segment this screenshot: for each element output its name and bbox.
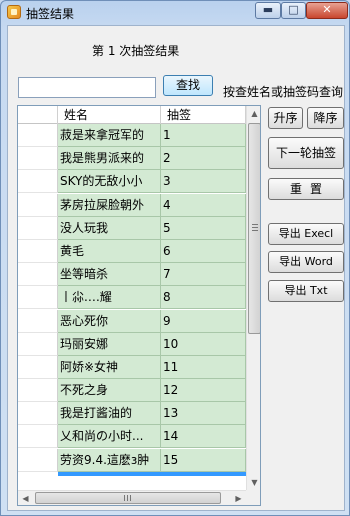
scroll-left-icon[interactable]: ◀ — [18, 491, 33, 505]
table-row[interactable]: 玛丽安娜 10 — [18, 332, 246, 356]
scroll-down-icon[interactable]: ▼ — [248, 475, 260, 490]
export-excel-button[interactable]: 导出 Execl — [268, 223, 344, 245]
search-input[interactable] — [18, 77, 156, 98]
row-header[interactable] — [18, 286, 58, 310]
cell-lot[interactable]: 4 — [161, 193, 246, 217]
search-hint: 按查姓名或抽签码查询 — [223, 85, 344, 99]
sort-ascending-button[interactable]: 升序 — [268, 107, 303, 129]
cell-lot[interactable]: 5 — [161, 216, 246, 240]
row-header[interactable] — [18, 309, 58, 333]
row-header[interactable] — [18, 402, 58, 426]
table-row[interactable]: 丨尛.…耀 8 — [18, 286, 246, 310]
table-row[interactable]: 黄毛 6 — [18, 239, 246, 263]
cell-name[interactable]: 恶心死你 — [58, 309, 161, 333]
row-header[interactable] — [18, 193, 58, 217]
column-header-lot[interactable]: 抽签 — [161, 106, 246, 124]
grid-rows: 菽是来拿冠军的 1 我是熊男派来的 2 SKY的无敌小小 3 茅房拉屎脸朝外 4 没人玩… — [18, 124, 246, 472]
grip-icon — [252, 224, 258, 231]
row-header[interactable] — [18, 355, 58, 379]
cell-lot[interactable]: 10 — [161, 332, 246, 356]
row-header[interactable] — [18, 448, 58, 472]
row-header[interactable] — [18, 124, 58, 147]
cell-name[interactable]: 我是熊男派来的 — [58, 147, 161, 171]
cell-name[interactable]: SKY的无敌小小 — [58, 170, 161, 194]
table-row[interactable]: 劳资9.4.這麽з肿 15 — [18, 448, 246, 472]
cell-name[interactable]: 不死之身 — [58, 379, 161, 403]
table-row[interactable]: 恶心死你 9 — [18, 309, 246, 333]
title-bar[interactable]: 抽签结果 ▬ □ ✕ — [1, 1, 349, 23]
window-title: 抽签结果 — [26, 7, 75, 21]
table-row[interactable]: 不死之身 12 — [18, 379, 246, 403]
column-header-name[interactable]: 姓名 — [58, 106, 161, 124]
search-button[interactable]: 查找 — [163, 75, 213, 96]
grid-header: 姓名 抽签 — [18, 106, 260, 124]
table-row[interactable]: 乂和尚の小时... 14 — [18, 425, 246, 449]
cell-name[interactable]: 茅房拉屎脸朝外 — [58, 193, 161, 217]
scroll-right-icon[interactable]: ▶ — [231, 491, 246, 505]
scroll-up-icon[interactable]: ▲ — [248, 106, 260, 121]
cell-name[interactable]: 我是打酱油的 — [58, 402, 161, 426]
table-row[interactable]: SKY的无敌小小 3 — [18, 170, 246, 194]
next-round-button[interactable]: 下一轮抽签 — [268, 137, 344, 169]
scroll-corner — [246, 490, 260, 505]
cell-lot[interactable]: 2 — [161, 147, 246, 171]
table-row[interactable]: 茅房拉屎脸朝外 4 — [18, 193, 246, 217]
page-title: 第 1 次抽签结果 — [92, 44, 180, 58]
cell-lot[interactable]: 15 — [161, 448, 246, 472]
table-row[interactable]: 菽是来拿冠军的 1 — [18, 124, 246, 147]
table-row[interactable]: 我是熊男派来的 2 — [18, 147, 246, 171]
row-header-corner — [18, 106, 58, 124]
cell-lot[interactable]: 13 — [161, 402, 246, 426]
cell-lot[interactable]: 7 — [161, 263, 246, 287]
cell-lot[interactable]: 14 — [161, 425, 246, 449]
table-row[interactable]: 坐等暗杀 7 — [18, 263, 246, 287]
row-header[interactable] — [18, 170, 58, 194]
cell-lot[interactable]: 11 — [161, 355, 246, 379]
cell-name[interactable]: 阿娇※女神 — [58, 355, 161, 379]
cell-lot[interactable]: 1 — [161, 124, 246, 147]
app-icon — [7, 5, 21, 19]
app-window: 抽签结果 ▬ □ ✕ 第 1 次抽签结果 查找 按查姓名或抽签码查询 姓名 抽签… — [0, 0, 350, 516]
close-button[interactable]: ✕ — [306, 2, 348, 19]
vertical-scroll-thumb[interactable] — [248, 123, 260, 334]
row-header[interactable] — [18, 147, 58, 171]
reset-button[interactable]: 重置 — [268, 178, 344, 200]
row-header[interactable] — [18, 425, 58, 449]
cell-lot[interactable]: 3 — [161, 170, 246, 194]
cell-name[interactable]: 玛丽安娜 — [58, 332, 161, 356]
client-area: 第 1 次抽签结果 查找 按查姓名或抽签码查询 姓名 抽签 菽是来拿冠军的 1 我… — [7, 25, 345, 511]
cell-name[interactable]: 黄毛 — [58, 239, 161, 263]
cell-name[interactable]: 没人玩我 — [58, 216, 161, 240]
cell-lot[interactable]: 8 — [161, 286, 246, 310]
table-row[interactable]: 我是打酱油的 13 — [18, 402, 246, 426]
row-header[interactable] — [18, 263, 58, 287]
cell-name[interactable]: 坐等暗杀 — [58, 263, 161, 287]
sort-descending-button[interactable]: 降序 — [307, 107, 344, 129]
maximize-button[interactable]: □ — [281, 2, 306, 19]
row-header[interactable] — [18, 332, 58, 356]
cell-lot[interactable]: 12 — [161, 379, 246, 403]
cell-name[interactable]: 菽是来拿冠军的 — [58, 124, 161, 147]
table-row[interactable]: 阿娇※女神 11 — [18, 355, 246, 379]
cell-name[interactable]: 劳资9.4.這麽з肿 — [58, 448, 161, 472]
row-header[interactable] — [18, 216, 58, 240]
cell-name[interactable]: 丨尛.…耀 — [58, 286, 161, 310]
row-header[interactable] — [18, 239, 58, 263]
horizontal-scrollbar[interactable]: ◀ ▶ — [18, 490, 246, 505]
cell-name[interactable]: 乂和尚の小时... — [58, 425, 161, 449]
results-grid[interactable]: 姓名 抽签 菽是来拿冠军的 1 我是熊男派来的 2 SKY的无敌小小 3 茅房拉屎脸朝… — [17, 105, 261, 506]
table-row[interactable]: 没人玩我 5 — [18, 216, 246, 240]
row-header[interactable] — [18, 379, 58, 403]
export-txt-button[interactable]: 导出 Txt — [268, 280, 344, 302]
grip-icon — [124, 495, 131, 501]
selected-row-indicator — [58, 472, 246, 476]
horizontal-scroll-thumb[interactable] — [35, 492, 221, 504]
cell-lot[interactable]: 9 — [161, 309, 246, 333]
vertical-scrollbar[interactable]: ▲ ▼ — [246, 106, 260, 490]
minimize-button[interactable]: ▬ — [255, 2, 281, 19]
cell-lot[interactable]: 6 — [161, 239, 246, 263]
export-word-button[interactable]: 导出 Word — [268, 251, 344, 273]
